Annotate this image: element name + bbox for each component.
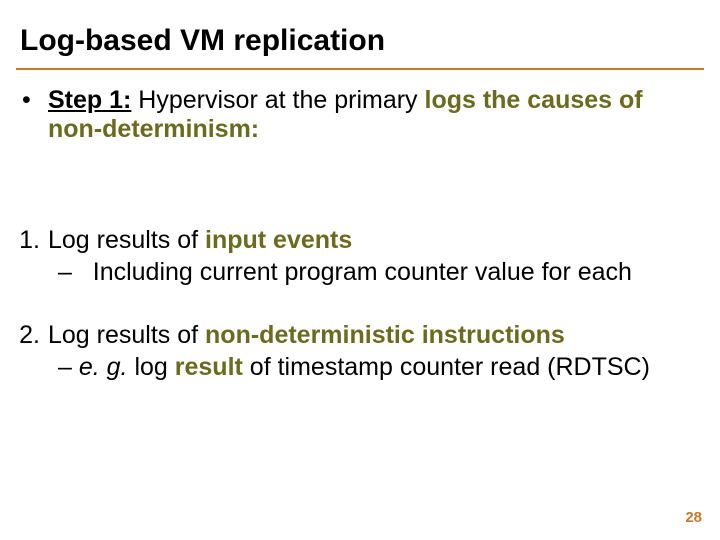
item-2-sub-eg: e. g.: [72, 353, 135, 381]
item-2-strong: non-deterministic instructions: [205, 321, 565, 349]
step-1-mid: Hypervisor at the primary: [131, 86, 424, 114]
item-2-sub-result: result: [175, 353, 243, 381]
item-2-text: Log results of non-deterministic instruc…: [48, 320, 704, 350]
item-2-sub: – e. g. log result of timestamp counter …: [58, 352, 704, 382]
item-1-sub-text: Including current program counter value …: [93, 258, 632, 286]
page-number: 28: [685, 509, 702, 526]
slide-title: Log-based VM replication: [20, 24, 385, 58]
title-underline: [16, 68, 704, 70]
item-2-sub-dash: –: [58, 353, 72, 381]
bullet-icon: •: [22, 86, 48, 144]
numbered-item-1: 1. Log results of input events – Includi…: [4, 225, 704, 287]
item-1-number: 1.: [4, 225, 48, 255]
item-1-sub-dash: –: [58, 258, 72, 286]
step-1-lead: Step 1:: [48, 86, 131, 114]
item-1-sub: – Including current program counter valu…: [58, 257, 704, 287]
item-2-sub-mid1: log: [134, 353, 174, 381]
numbered-item-2: 2. Log results of non-deterministic inst…: [4, 320, 704, 382]
item-2-number: 2.: [4, 320, 48, 350]
item-2-pre: Log results of: [48, 321, 205, 349]
step-1: • Step 1: Hypervisor at the primary logs…: [22, 86, 682, 144]
step-1-body: Step 1: Hypervisor at the primary logs t…: [48, 86, 682, 144]
item-1-text: Log results of input events: [48, 225, 704, 255]
item-1-row: 1. Log results of input events: [4, 225, 704, 255]
item-2-sub-tail: of timestamp counter read (RDTSC): [243, 353, 650, 381]
item-1-strong: input events: [205, 226, 352, 254]
slide: Log-based VM replication • Step 1: Hyper…: [0, 0, 720, 540]
item-2-row: 2. Log results of non-deterministic inst…: [4, 320, 704, 350]
item-1-pre: Log results of: [48, 226, 205, 254]
